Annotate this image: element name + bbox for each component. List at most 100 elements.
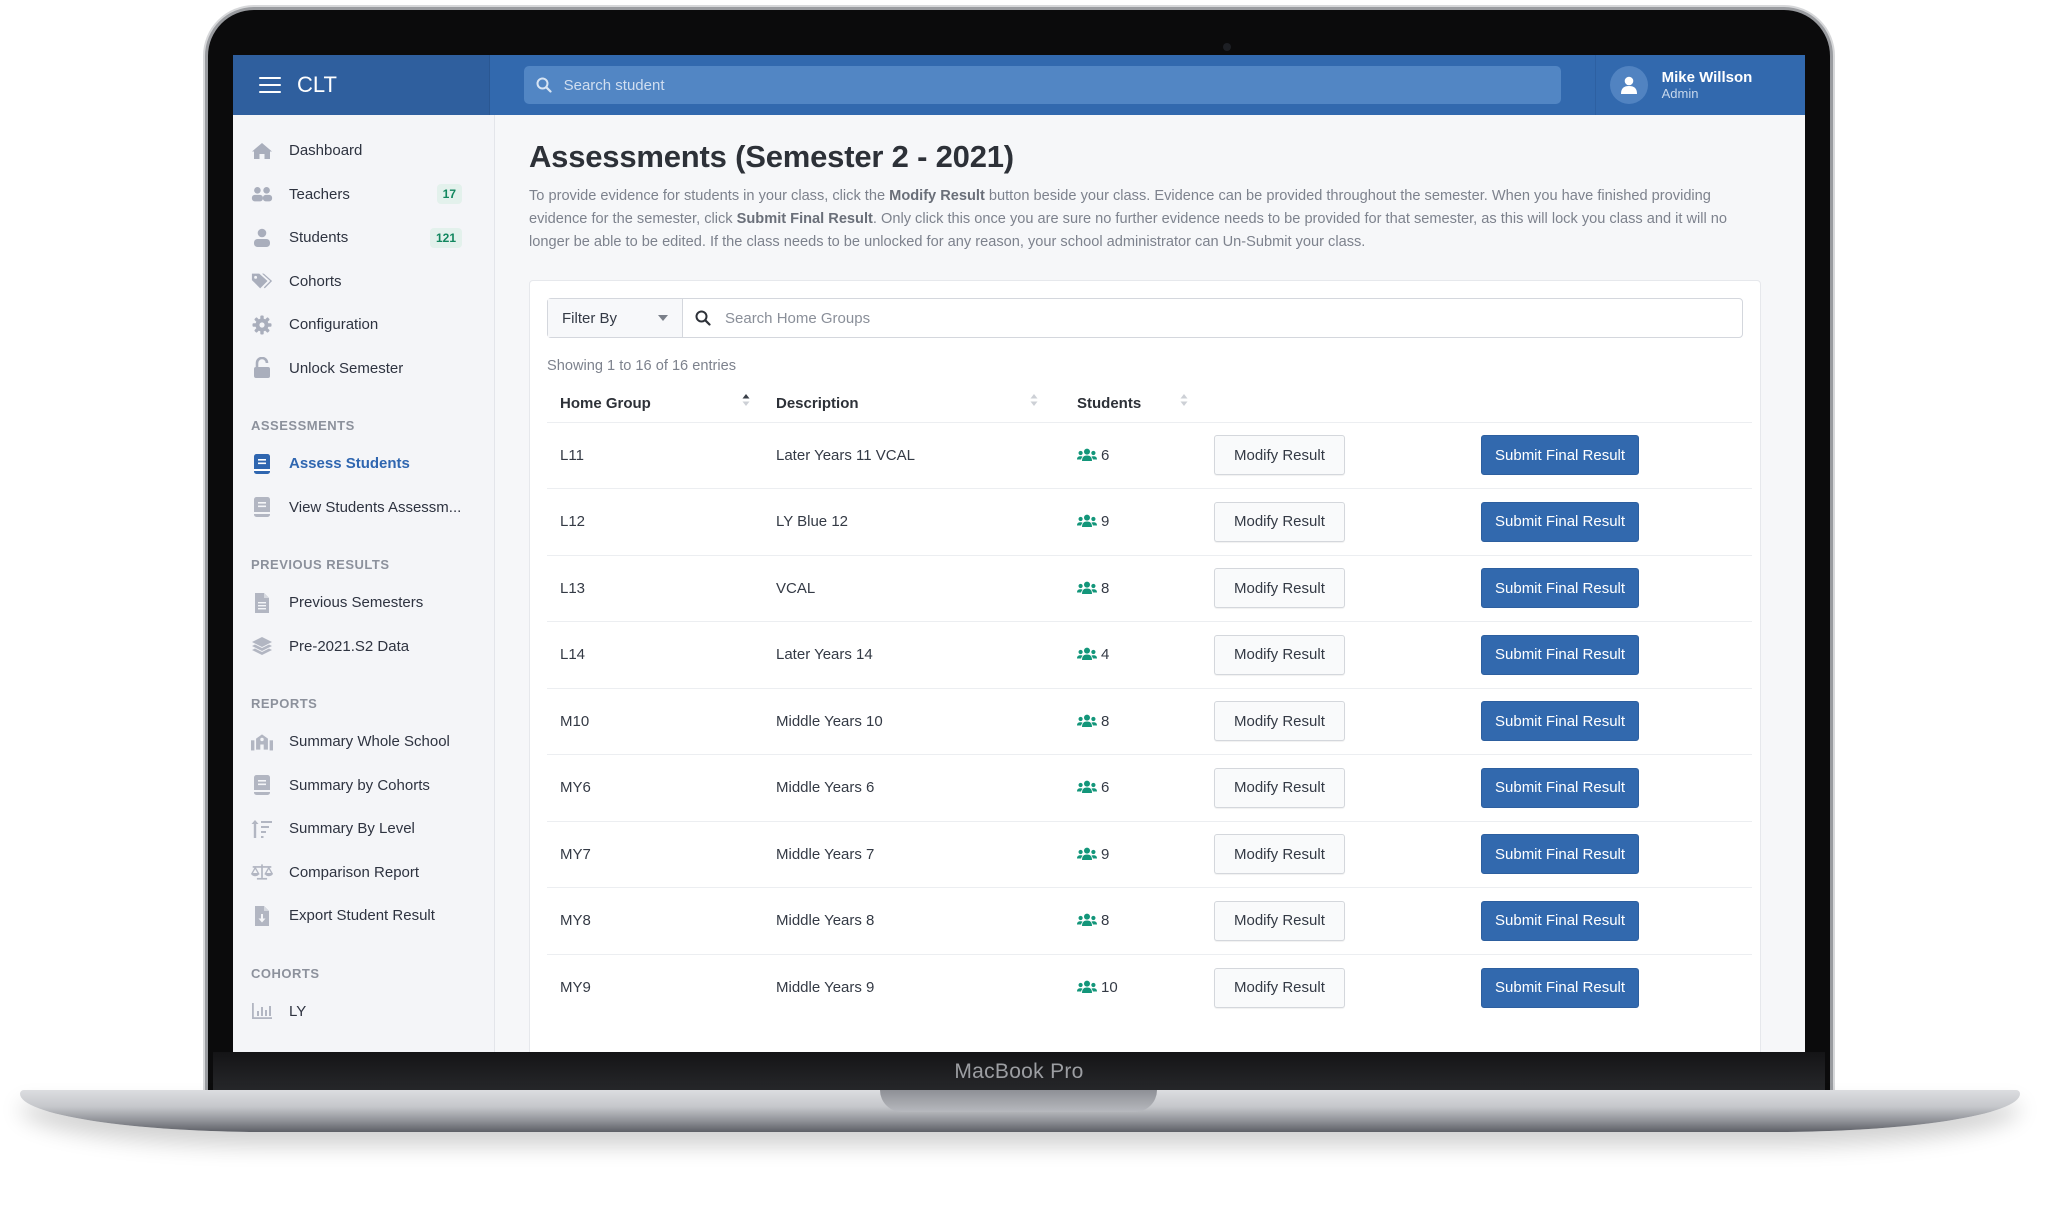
unlock-icon [251,357,273,379]
cell-modify: Modify Result [1201,488,1468,555]
cell-submit: Submit Final Result [1468,621,1752,688]
user-menu[interactable]: Mike Willson Admin [1594,55,1805,115]
section-title-reports: REPORTS [251,696,318,711]
laptop-notch [880,1090,1157,1112]
section-title-assessments: ASSESSMENTS [251,418,355,433]
sidebar-item-comparison-report[interactable]: Comparison Report [233,851,494,895]
column-header-description[interactable]: Description [763,386,1051,422]
sidebar-item-view-students-assessments[interactable]: View Students Assessm... [233,486,494,530]
cell-home-group: M10 [547,687,763,755]
cell-submit: Submit Final Result [1468,554,1752,622]
user-role: Admin [1661,86,1699,101]
sidebar-item-configuration[interactable]: Configuration [233,303,494,347]
hamburger-menu-icon[interactable] [259,77,281,93]
cell-description: LY Blue 12 [763,488,1051,555]
student-search-box[interactable] [523,66,1561,104]
cell-submit: Submit Final Result [1468,887,1752,954]
book-icon [251,453,273,475]
sidebar-item-export-student-result[interactable]: Export Student Result [233,894,494,938]
sort-amount-icon [251,818,273,840]
cell-students: 9 [1051,820,1201,888]
cell-description: Later Years 14 [763,621,1051,688]
table-row: L12 LY Blue 12 9 Modify Result Submit Fi… [547,488,1752,555]
modify-result-button[interactable]: Modify Result [1214,967,1345,1008]
table-body: L11 Later Years 11 VCAL 6 Modify Result … [547,421,1752,1021]
sidebar-item-previous-semesters[interactable]: Previous Semesters [233,581,494,625]
column-header-home-group[interactable]: Home Group [547,386,763,422]
sidebar: Dashboard Teachers 17 Students 121 Cohor… [233,115,495,1052]
book-icon [251,774,273,796]
cell-students: 6 [1051,754,1201,821]
balance-scale-icon [251,861,273,883]
submit-final-result-button[interactable]: Submit Final Result [1481,435,1640,476]
filter-by-label: Filter By [562,309,618,327]
sidebar-item-summary-whole-school[interactable]: Summary Whole School [233,720,494,764]
filter-by-dropdown[interactable]: Filter By [548,299,683,337]
file-download-icon [251,905,273,927]
cell-description: Middle Years 8 [763,887,1051,954]
users-icon [1077,780,1097,794]
modify-result-button[interactable]: Modify Result [1214,767,1345,808]
sidebar-item-dashboard[interactable]: Dashboard [233,129,494,173]
table-header-row: Home Group Description Students [547,386,1752,422]
cell-modify: Modify Result [1201,953,1468,1021]
home-icon [251,140,273,162]
sidebar-item-cohorts[interactable]: Cohorts [233,260,494,304]
home-group-search-input[interactable] [725,309,1668,327]
sidebar-item-assess-students[interactable]: Assess Students [233,442,494,486]
submit-final-result-button[interactable]: Submit Final Result [1481,634,1640,675]
sidebar-item-students[interactable]: Students 121 [233,216,494,260]
cell-students: 8 [1051,554,1201,622]
page-title: Assessments (Semester 2 - 2021) [529,139,1014,174]
cell-submit: Submit Final Result [1468,687,1752,755]
bar-chart-icon [251,1000,273,1022]
modify-result-button[interactable]: Modify Result [1214,634,1345,675]
sidebar-item-summary-by-cohorts[interactable]: Summary by Cohorts [233,764,494,808]
submit-final-result-button[interactable]: Submit Final Result [1481,767,1640,808]
table-row: M10 Middle Years 10 8 Modify Result Subm… [547,687,1752,755]
sidebar-item-cohort-ly[interactable]: LY [233,990,494,1034]
submit-final-result-button[interactable]: Submit Final Result [1481,900,1640,941]
sort-icon [1180,394,1188,407]
modify-result-button[interactable]: Modify Result [1214,501,1345,542]
brand: CLT [233,55,490,115]
modify-result-button[interactable]: Modify Result [1214,568,1345,609]
sidebar-item-summary-by-level[interactable]: Summary By Level [233,807,494,851]
table-row: MY9 Middle Years 9 10 Modify Result Subm… [547,953,1752,1021]
global-search [490,55,1595,115]
modify-result-button[interactable]: Modify Result [1214,701,1345,742]
submit-final-result-button[interactable]: Submit Final Result [1481,568,1640,609]
sidebar-item-pre-2021-s2-data[interactable]: Pre-2021.S2 Data [233,625,494,669]
user-icon [251,227,273,249]
sidebar-item-teachers[interactable]: Teachers 17 [233,173,494,217]
search-icon [695,310,711,326]
home-groups-card: Filter By Showing 1 to 16 of 16 entries … [529,280,1761,1052]
cell-students: 6 [1051,421,1201,489]
main-content: Assessments (Semester 2 - 2021) To provi… [495,115,1805,1052]
submit-final-result-button[interactable]: Submit Final Result [1481,701,1640,742]
cell-students: 9 [1051,488,1201,555]
cell-home-group: MY8 [547,887,763,954]
cell-home-group: L14 [547,621,763,688]
submit-final-result-button[interactable]: Submit Final Result [1481,834,1640,875]
submit-final-result-button[interactable]: Submit Final Result [1481,967,1640,1008]
submit-final-result-button[interactable]: Submit Final Result [1481,501,1640,542]
app-name: CLT [297,72,337,97]
school-icon [251,731,273,753]
modify-result-button[interactable]: Modify Result [1214,834,1345,875]
modify-result-button[interactable]: Modify Result [1214,900,1345,941]
home-group-search[interactable] [683,299,1742,337]
modify-result-button[interactable]: Modify Result [1214,435,1345,476]
cell-description: Middle Years 10 [763,687,1051,755]
cell-modify: Modify Result [1201,754,1468,821]
avatar[interactable] [1609,66,1648,104]
student-search-input[interactable] [563,76,1487,94]
users-icon [1077,448,1097,461]
cell-students: 8 [1051,687,1201,755]
column-header-students[interactable]: Students [1051,386,1201,422]
table-row: L11 Later Years 11 VCAL 6 Modify Result … [547,421,1752,489]
sidebar-item-unlock-semester[interactable]: Unlock Semester [233,347,494,391]
file-icon [251,592,273,614]
layers-icon [251,635,273,657]
cell-modify: Modify Result [1201,820,1468,888]
